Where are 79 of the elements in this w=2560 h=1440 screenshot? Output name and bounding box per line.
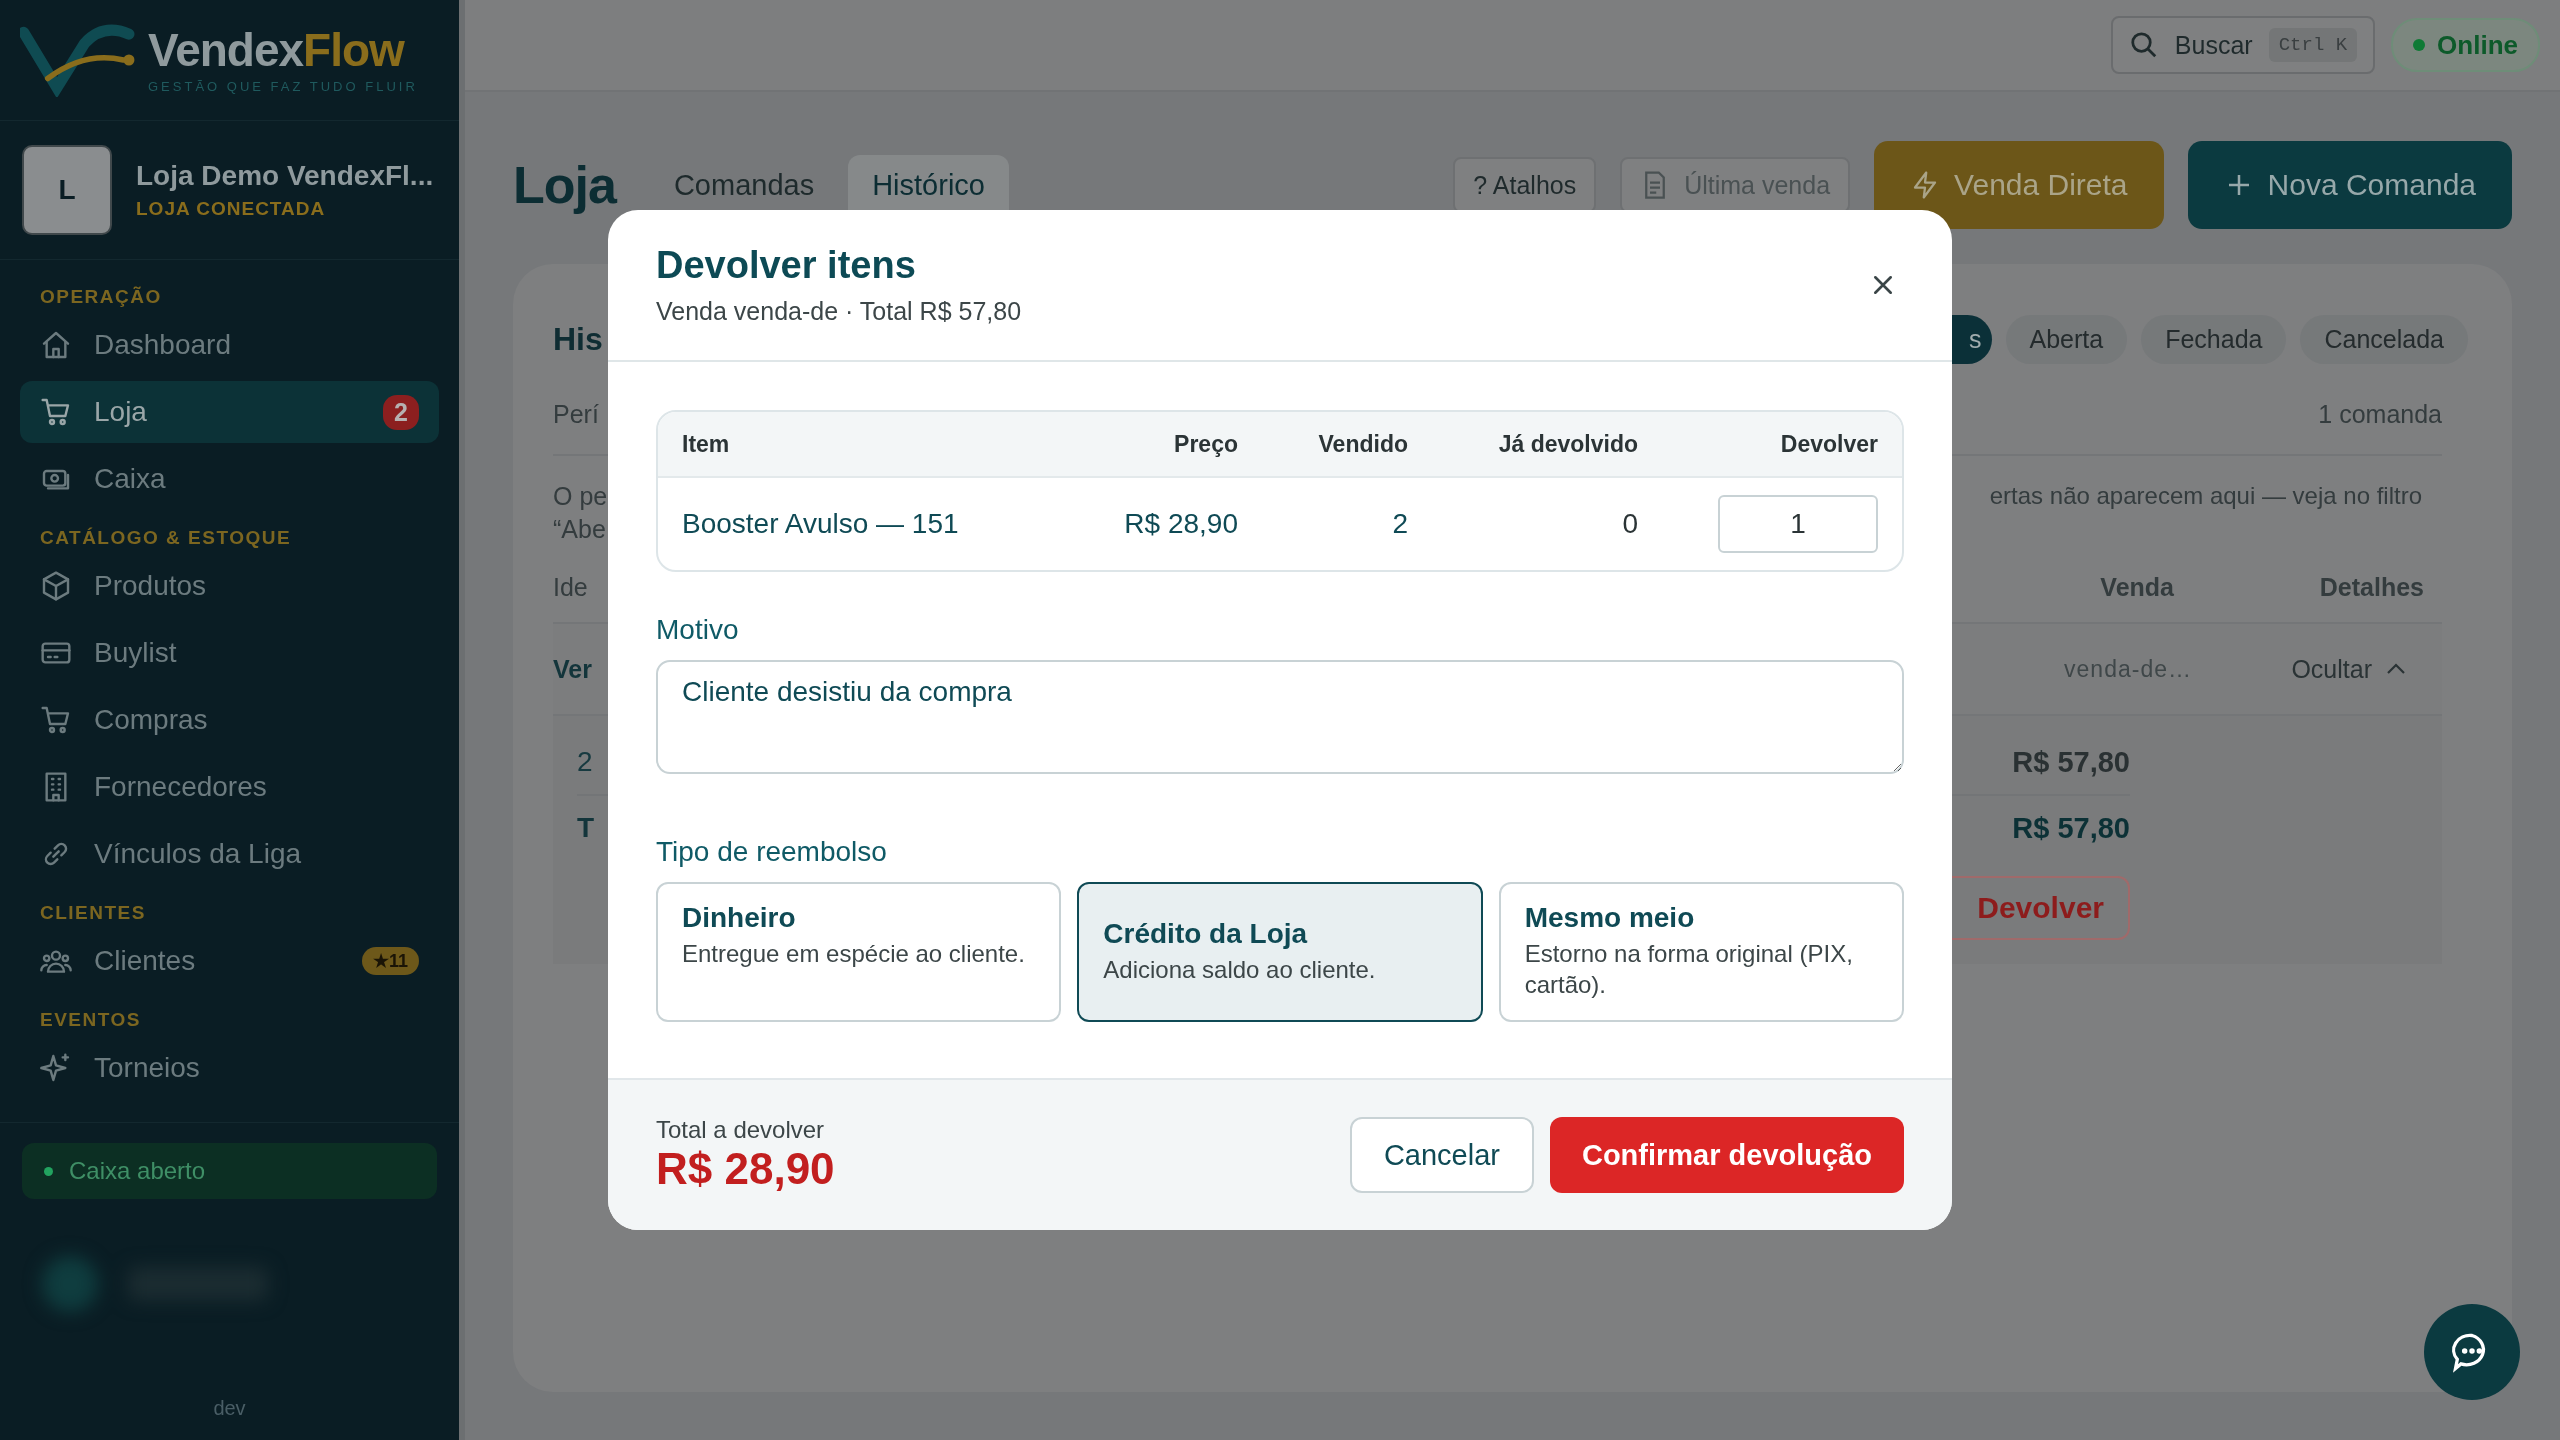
brand-name: VendexFlow <box>148 26 406 73</box>
count-badge: 2 <box>383 394 419 430</box>
table-cell-text: venda-de… <box>2063 655 2192 683</box>
sidebar-item[interactable]: Torneios <box>20 1037 439 1099</box>
filter-chip[interactable]: Aberta <box>2005 314 2128 364</box>
chevron-up-icon <box>2386 663 2406 675</box>
table-cell: R$ 57,80 <box>2012 745 2130 779</box>
period-label: Perí <box>553 399 599 429</box>
table-cell-text: R$ 28,90 <box>1123 508 1238 540</box>
filter-chip[interactable]: Cancelada <box>2300 314 2468 364</box>
column-header: Já devolvido <box>1497 430 1638 458</box>
dialog-title: Devolver itens <box>656 244 917 287</box>
nav-section-title: CLIENTES <box>39 901 147 925</box>
sidebar-item[interactable]: Buylist <box>20 622 439 684</box>
column-header: Venda <box>2099 572 2174 602</box>
cart-icon <box>40 396 72 428</box>
table-cell: 2 <box>577 746 593 778</box>
field-label: Tipo de reembolso <box>656 836 888 868</box>
table-cell-text: 2 <box>1391 508 1408 540</box>
column-header: Ide <box>553 572 588 602</box>
total-label: Total a devolver <box>656 1116 826 1144</box>
search-button[interactable]: Buscar Ctrl K <box>2110 16 2376 74</box>
store-avatar: L <box>22 145 112 235</box>
hide-details-link[interactable]: Ocultar <box>2192 654 2442 684</box>
column-header: Vendido <box>1317 430 1408 458</box>
confirm-button[interactable]: Confirmar devolução <box>1549 1117 1904 1193</box>
close-icon[interactable] <box>1872 274 1894 296</box>
refund-option[interactable]: Crédito da Loja Adiciona saldo ao cliente. <box>1077 882 1483 1022</box>
table-cell: Ver <box>553 654 592 684</box>
column-header: Detalhes <box>2318 572 2425 602</box>
cash-status-pill: Caixa aberto <box>22 1143 437 1199</box>
sparkle-icon <box>40 1052 72 1084</box>
page-title: Loja <box>513 155 616 215</box>
count-badge: ★11 <box>361 947 419 975</box>
sidebar-item[interactable]: Clientes ★11 <box>20 930 439 992</box>
sidebar-item[interactable]: Caixa <box>20 448 439 510</box>
refund-option[interactable]: Mesmo meio Estorno na forma original (PIX, cartão). <box>1498 882 1904 1022</box>
store-status: LOJA CONECTADA <box>136 198 327 220</box>
cart-icon <box>40 704 72 736</box>
nav-section-title: OPERAÇÃO <box>39 285 163 309</box>
column-header: Preço <box>1173 430 1238 458</box>
cancel-button[interactable]: Cancelar <box>1349 1117 1534 1193</box>
home-icon <box>40 329 72 361</box>
note-text: “Abe <box>553 515 607 544</box>
online-status: Online <box>2391 18 2540 72</box>
box-icon <box>40 570 72 602</box>
action-button[interactable]: Venda Direta <box>1874 141 2164 229</box>
column-header: Devolver <box>1779 430 1878 458</box>
dialog-subtitle: Venda venda-de · Total R$ 57,80 <box>656 297 1022 326</box>
sidebar-item[interactable]: Dashboard <box>20 314 439 376</box>
nav-section-title: CATÁLOGO & ESTOQUE <box>39 526 293 550</box>
result-count: 1 comanda <box>2318 399 2442 429</box>
environment-label: dev <box>212 1397 247 1420</box>
sidebar-item[interactable]: Vínculos da Liga <box>20 823 439 885</box>
brand-tagline: GESTÃO QUE FAZ TUDO FLUIR <box>148 78 418 94</box>
action-button[interactable]: ? Atalhos <box>1453 157 1597 213</box>
nav-section-title: EVENTOS <box>39 1008 142 1032</box>
store-name[interactable]: Loja Demo VendexFl... <box>136 160 434 192</box>
shortcut-key: Ctrl K <box>2268 28 2358 62</box>
sidebar-item[interactable]: Compras <box>20 689 439 751</box>
reason-textarea[interactable]: Cliente desistiu da compra <box>656 660 1904 774</box>
sidebar-item[interactable]: Loja 2 <box>20 381 439 443</box>
table-cell-text: 0 <box>1621 508 1638 540</box>
field-label: Motivo <box>656 614 740 646</box>
refund-option[interactable]: Dinheiro Entregue em espécie ao cliente. <box>656 882 1062 1022</box>
search-icon <box>2128 30 2159 60</box>
column-header: Item <box>682 430 731 458</box>
total-amount: R$ 28,90 <box>656 1144 836 1194</box>
sidebar-item[interactable]: Fornecedores <box>20 756 439 818</box>
total-value: R$ 57,80 <box>2012 811 2130 845</box>
total-label: T <box>577 812 595 844</box>
note-text: O pe <box>553 482 608 511</box>
table-cell-text: Booster Avulso — 151 <box>682 508 960 540</box>
filter-chip[interactable]: Fechada <box>2141 314 2287 364</box>
quantity-input[interactable]: 1 <box>1718 495 1878 553</box>
section-title: His <box>553 320 603 358</box>
note-text: ertas não aparecem aqui — veja no filtro <box>1989 482 2423 510</box>
action-button[interactable]: Nova Comanda <box>2187 141 2512 229</box>
sidebar-item[interactable]: Produtos <box>20 555 439 617</box>
